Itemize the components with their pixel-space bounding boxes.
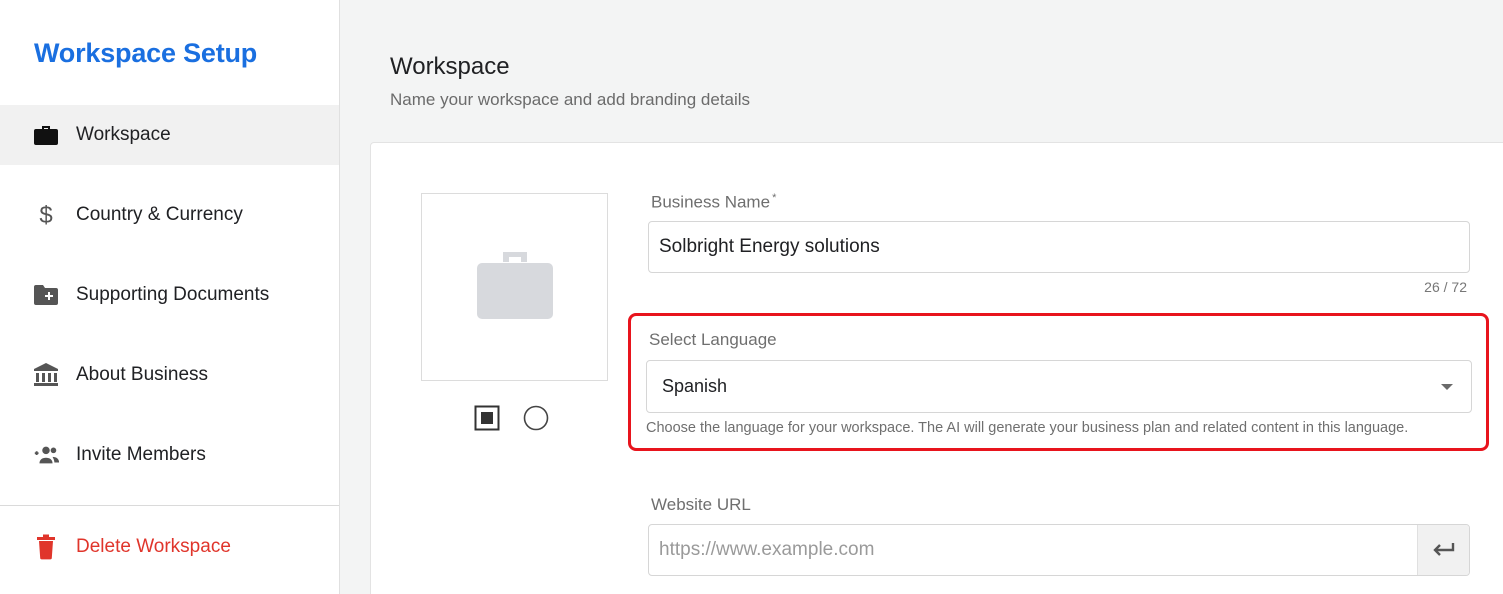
required-mark: * bbox=[772, 192, 777, 204]
sidebar-item-label: Delete Workspace bbox=[76, 536, 231, 557]
url-submit-button[interactable] bbox=[1417, 525, 1469, 575]
sidebar-item-invite-members[interactable]: Invite Members bbox=[0, 425, 339, 485]
business-name-counter: 26 / 72 bbox=[1424, 279, 1467, 295]
select-language-label: Select Language bbox=[649, 330, 777, 349]
enter-return-icon bbox=[1432, 543, 1454, 556]
language-select[interactable]: Spanish bbox=[646, 360, 1472, 413]
circle-shape-icon bbox=[523, 405, 549, 431]
bank-icon bbox=[32, 361, 60, 389]
dollar-icon: $ bbox=[32, 201, 60, 229]
business-name-label-text: Business Name bbox=[651, 192, 771, 212]
sidebar-divider bbox=[0, 505, 339, 506]
website-url-field bbox=[648, 524, 1470, 576]
sidebar-item-supporting-documents[interactable]: Supporting Documents bbox=[0, 265, 339, 325]
page-title: Workspace bbox=[390, 53, 510, 80]
briefcase-icon bbox=[32, 121, 60, 149]
sidebar-item-country-currency[interactable]: $ Country & Currency bbox=[0, 185, 339, 245]
trash-icon bbox=[32, 533, 60, 561]
circle-shape-toggle[interactable] bbox=[523, 405, 549, 431]
caret-down-icon bbox=[1441, 384, 1453, 390]
folder-plus-icon bbox=[32, 281, 60, 309]
sidebar-title: Workspace Setup bbox=[34, 38, 258, 68]
delete-workspace-button[interactable]: Delete Workspace bbox=[0, 517, 339, 577]
sidebar-item-workspace[interactable]: Workspace bbox=[0, 105, 339, 165]
page-subtitle: Name your workspace and add branding det… bbox=[390, 90, 751, 109]
square-shape-toggle[interactable] bbox=[474, 405, 500, 431]
sidebar-item-label: Workspace bbox=[76, 124, 171, 145]
sidebar-item-label: About Business bbox=[76, 364, 209, 385]
business-name-label: Business Name * bbox=[651, 192, 776, 213]
sidebar-item-label: Supporting Documents bbox=[76, 284, 270, 305]
business-name-input[interactable] bbox=[648, 221, 1470, 273]
website-url-label: Website URL bbox=[651, 495, 751, 514]
briefcase-placeholder-icon bbox=[476, 250, 553, 325]
svg-text:$: $ bbox=[39, 202, 52, 229]
language-select-value: Spanish bbox=[662, 376, 728, 396]
sidebar: Workspace Setup Workspace $ Country & Cu… bbox=[0, 0, 340, 594]
group-add-icon bbox=[32, 441, 60, 469]
sidebar-item-label: Country & Currency bbox=[76, 204, 243, 225]
website-url-input[interactable] bbox=[649, 525, 1419, 575]
sidebar-item-about-business[interactable]: About Business bbox=[0, 345, 339, 405]
square-shape-icon bbox=[474, 405, 500, 431]
language-helper-text: Choose the language for your workspace. … bbox=[646, 420, 1409, 436]
logo-upload[interactable] bbox=[421, 193, 608, 381]
sidebar-item-label: Invite Members bbox=[76, 444, 206, 465]
